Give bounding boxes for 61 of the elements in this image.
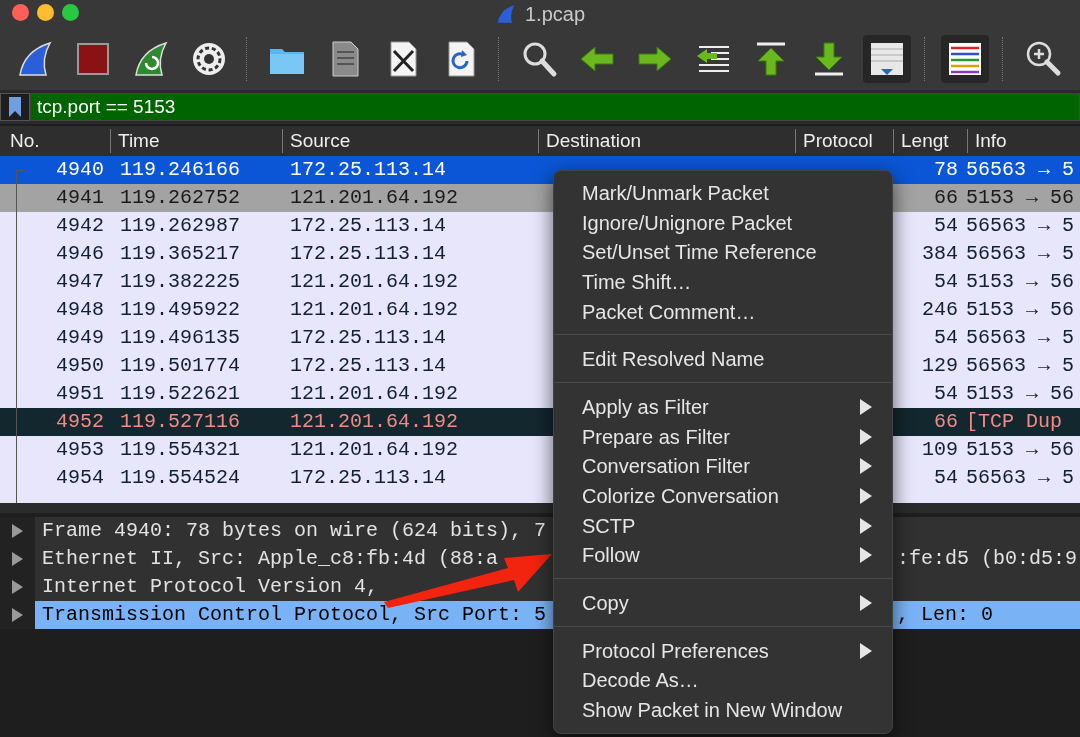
table-cell: [TCP Dup [966, 410, 1062, 433]
table-cell: 119.527116 [120, 410, 241, 433]
table-cell: 172.25.113.14 [290, 158, 447, 181]
window-title: 1.pcap [524, 2, 586, 27]
table-cell: 119.554524 [120, 466, 241, 489]
table-cell: 121.201.64.192 [290, 270, 459, 293]
table-cell: 172.25.113.14 [290, 354, 447, 377]
table-cell: 119.365217 [120, 242, 241, 265]
table-cell: 119.501774 [120, 354, 241, 377]
table-cell: 56563 → 5 [966, 214, 1075, 237]
table-cell: 119.496135 [120, 326, 241, 349]
table-cell: 56563 → 5 [966, 326, 1075, 349]
table-cell: 54 [934, 326, 958, 349]
table-cell: 66 [934, 186, 958, 209]
table-cell: 54 [934, 214, 958, 237]
table-cell: 4951 [56, 382, 104, 405]
table-cell: 172.25.113.14 [290, 466, 447, 489]
table-cell: 246 [922, 298, 958, 321]
table-cell: 121.201.64.192 [290, 298, 459, 321]
table-cell: 4940 [56, 158, 104, 181]
table-cell: 119.262987 [120, 214, 241, 237]
table-cell: 121.201.64.192 [290, 410, 459, 433]
table-cell: 4942 [56, 214, 104, 237]
table-cell: 119.495922 [120, 298, 241, 321]
table-cell: 54 [934, 270, 958, 293]
table-cell: 4950 [56, 354, 104, 377]
table-cell: 4954 [56, 466, 104, 489]
table-cell: 119.246166 [120, 158, 241, 181]
table-cell: 109 [922, 438, 958, 461]
table-cell: 56563 → 5 [966, 242, 1075, 265]
table-cell: 4946 [56, 242, 104, 265]
table-cell: 78 [934, 158, 958, 181]
table-cell: 5153 → 56 [966, 270, 1075, 293]
table-cell: 172.25.113.14 [290, 214, 447, 237]
table-cell: 54 [934, 466, 958, 489]
table-cell: 4948 [56, 298, 104, 321]
table-cell: 172.25.113.14 [290, 326, 447, 349]
table-cell: 4953 [56, 438, 104, 461]
table-cell: 121.201.64.192 [290, 438, 459, 461]
table-cell: 121.201.64.192 [290, 186, 459, 209]
table-cell: 66 [934, 410, 958, 433]
table-cell: 119.554321 [120, 438, 241, 461]
table-cell: 119.262752 [120, 186, 241, 209]
table-cell: 5153 → 56 [966, 298, 1075, 321]
table-cell: 121.201.64.192 [290, 382, 459, 405]
table-cell: 4947 [56, 270, 104, 293]
table-cell: 384 [922, 242, 958, 265]
table-cell: 119.382225 [120, 270, 241, 293]
table-cell: 4952 [56, 410, 104, 433]
table-cell: 56563 → 5 [966, 354, 1075, 377]
table-cell: 5153 → 56 [966, 186, 1075, 209]
table-cell: 56563 → 5 [966, 466, 1075, 489]
table-cell: 56563 → 5 [966, 158, 1075, 181]
table-cell: 54 [934, 382, 958, 405]
table-cell: 172.25.113.14 [290, 242, 447, 265]
table-cell: 5153 → 56 [966, 438, 1075, 461]
table-cell: 4949 [56, 326, 104, 349]
table-cell: 5153 → 56 [966, 382, 1075, 405]
table-cell: 119.522621 [120, 382, 241, 405]
table-cell: 129 [922, 354, 958, 377]
table-cell: 4941 [56, 186, 104, 209]
